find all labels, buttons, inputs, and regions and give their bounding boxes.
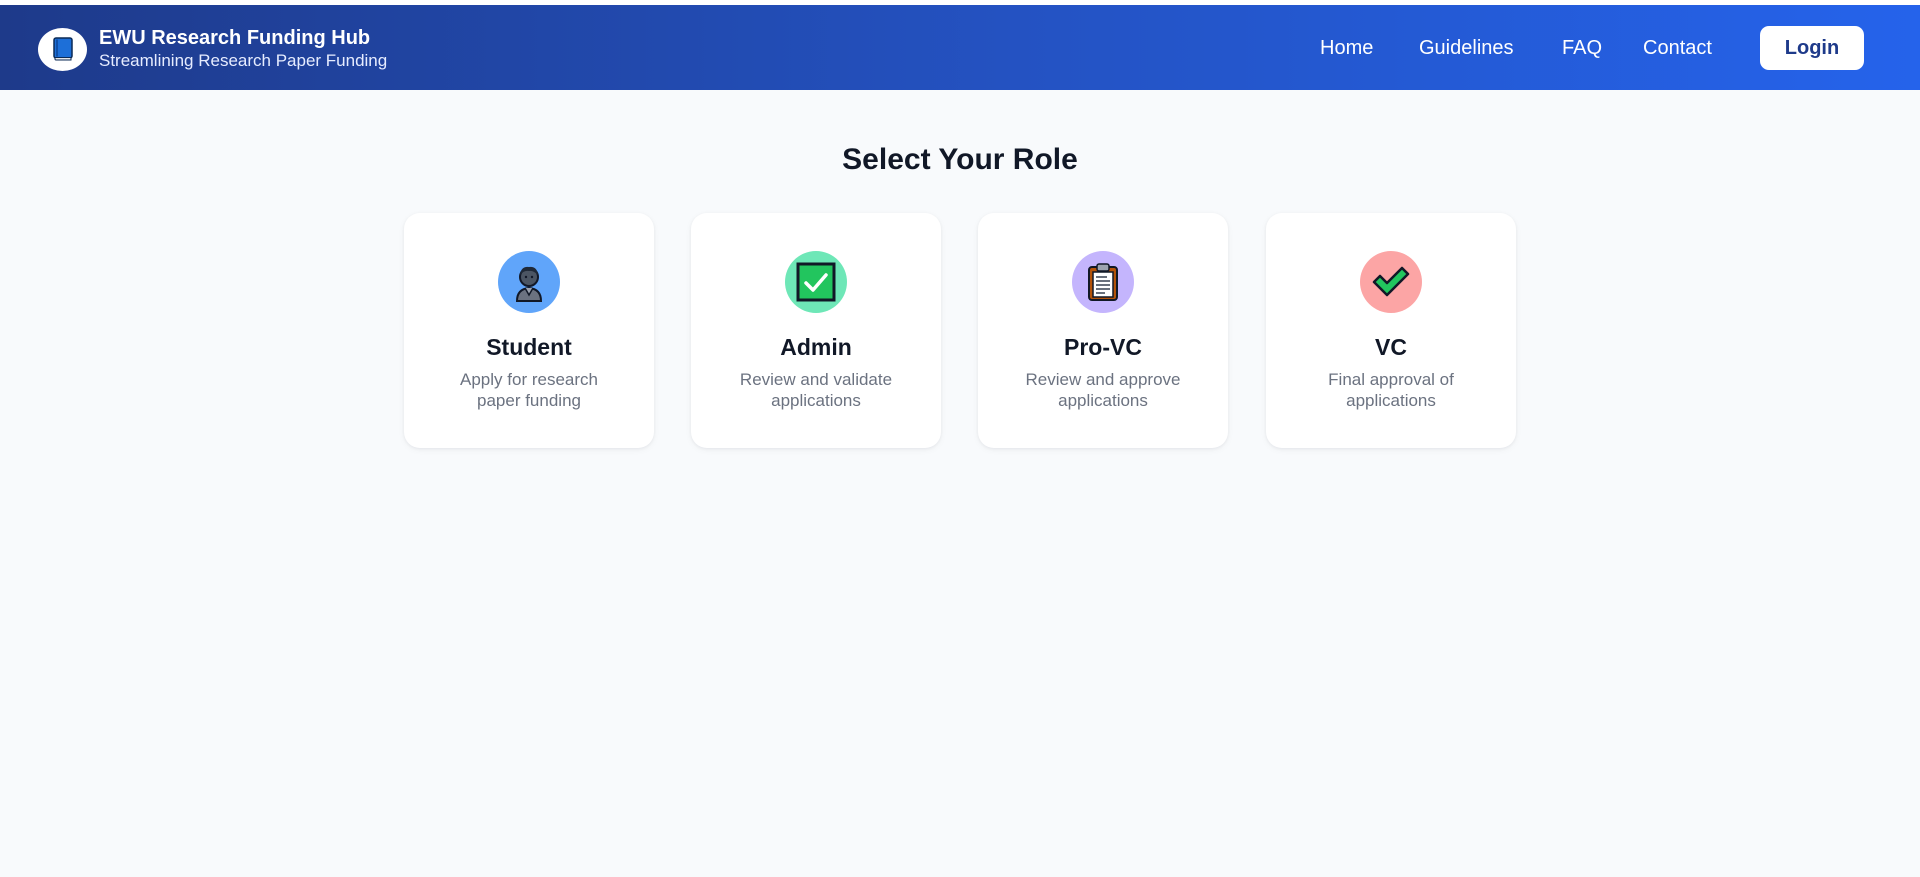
- nav-guidelines-link[interactable]: Guidelines: [1419, 36, 1514, 60]
- nav-contact-link[interactable]: Contact: [1643, 36, 1712, 60]
- role-description: Final approval of applications: [1328, 370, 1454, 410]
- role-description: Review and approve applications: [1025, 370, 1181, 410]
- nav-home-link[interactable]: Home: [1320, 36, 1373, 60]
- role-title: Student: [486, 334, 572, 360]
- main-content: Select Your Role Student Apply for resea…: [0, 90, 1920, 877]
- page-title: Select Your Role: [842, 143, 1078, 176]
- check-mark-icon: [1360, 251, 1422, 313]
- student-icon: [498, 251, 560, 313]
- login-button[interactable]: Login: [1760, 26, 1864, 70]
- role-title: Admin: [780, 334, 852, 360]
- role-card-admin[interactable]: Admin Review and validate applications: [691, 213, 941, 448]
- role-card-pro-vc[interactable]: Pro-VC Review and approve applications: [978, 213, 1228, 448]
- site-header: EWU Research Funding Hub Streamlining Re…: [0, 5, 1920, 90]
- role-title: Pro-VC: [1064, 334, 1142, 360]
- clipboard-icon: [1072, 251, 1134, 313]
- check-box-icon: [785, 251, 847, 313]
- role-title: VC: [1375, 334, 1407, 360]
- main-nav: Home Guidelines FAQ Contact: [0, 5, 1920, 90]
- nav-faq-link[interactable]: FAQ: [1562, 36, 1602, 60]
- role-description: Review and validate applications: [739, 370, 893, 410]
- role-card-student[interactable]: Student Apply for research paper funding: [404, 213, 654, 448]
- role-card-vc[interactable]: VC Final approval of applications: [1266, 213, 1516, 448]
- role-description: Apply for research paper funding: [460, 370, 598, 410]
